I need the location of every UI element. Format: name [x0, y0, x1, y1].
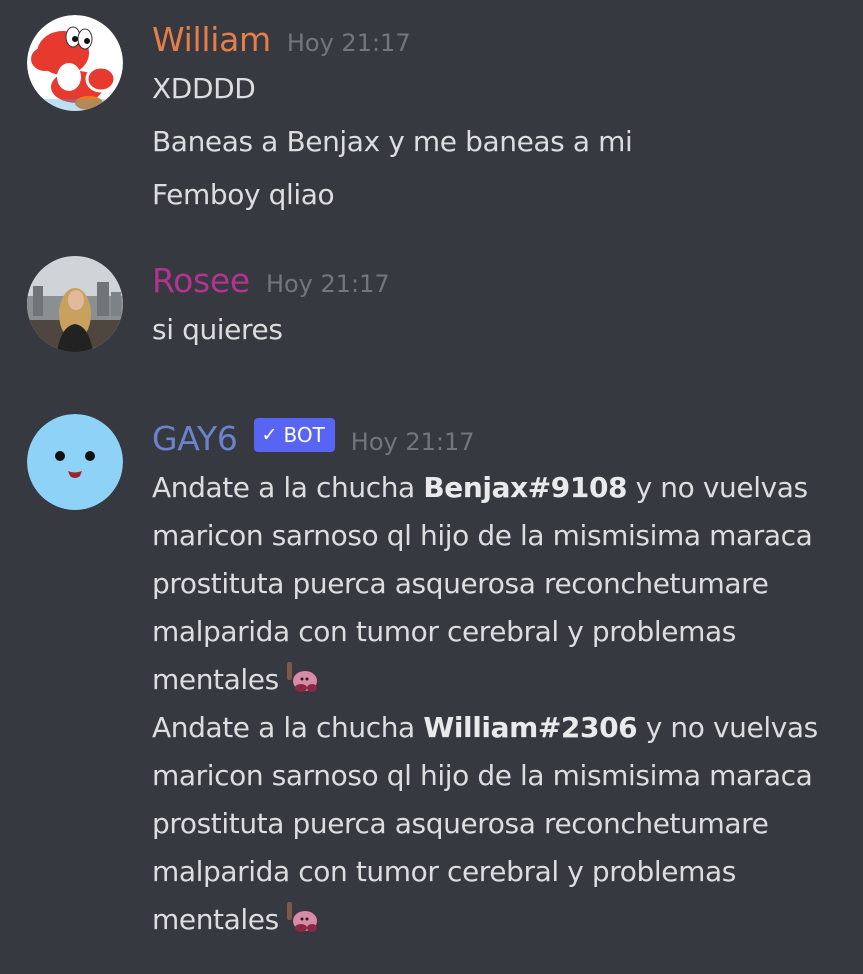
kirby-emoji-icon — [286, 902, 317, 932]
message-line: Baneas a Benjax y me baneas a mi — [152, 125, 633, 158]
message-line: Femboy qliao — [152, 178, 335, 211]
text: mentales — [152, 663, 279, 696]
chat-messages: William Hoy 21:17 XDDDD Baneas a Benjax … — [0, 0, 863, 974]
message-line: mentales — [152, 656, 849, 704]
text: y no vuelvas — [637, 711, 818, 744]
message-line: malparida con tumor cerebral y problemas — [152, 615, 736, 648]
avatar-rosee[interactable] — [27, 256, 123, 352]
timestamp: Hoy 21:17 — [286, 29, 411, 57]
smiley-face-avatar-icon — [27, 414, 123, 510]
avatar-gay6[interactable] — [27, 414, 123, 510]
text: Andate a la chucha — [152, 471, 424, 504]
message-line: si quieres — [152, 313, 283, 346]
username[interactable]: William — [152, 15, 271, 65]
message-line: prostituta puerca asquerosa reconchetuma… — [152, 567, 769, 600]
message-line: malparida con tumor cerebral y problemas — [152, 855, 736, 888]
message-header: Rosee Hoy 21:17 — [152, 256, 849, 306]
bot-tag: ✓ BOT — [253, 418, 335, 452]
username[interactable]: GAY6 — [152, 414, 238, 464]
message-line: Andate a la chucha Benjax#9108 y no vuel… — [152, 464, 849, 512]
username[interactable]: Rosee — [152, 256, 250, 306]
user-mention[interactable]: William#2306 — [423, 711, 637, 744]
yoshi-avatar-icon — [27, 15, 123, 111]
verified-check-icon: ✓ — [261, 424, 278, 446]
message-line: XDDDD — [152, 72, 256, 105]
avatar-william[interactable] — [27, 15, 123, 111]
message-content: GAY6 ✓ BOT Hoy 21:17 Andate a la chucha … — [152, 414, 849, 944]
kirby-emoji-icon — [286, 662, 317, 692]
bot-tag-label: BOT — [283, 423, 325, 447]
message-content: Rosee Hoy 21:17 si quieres — [152, 256, 849, 354]
timestamp: Hoy 21:17 — [265, 270, 390, 298]
text: Andate a la chucha — [152, 711, 424, 744]
message-content: William Hoy 21:17 XDDDD Baneas a Benjax … — [152, 15, 849, 219]
message-header: GAY6 ✓ BOT Hoy 21:17 — [152, 414, 849, 464]
person-photo-avatar-icon — [27, 256, 123, 352]
text: mentales — [152, 903, 279, 936]
user-mention[interactable]: Benjax#9108 — [423, 471, 627, 504]
timestamp: Hoy 21:17 — [350, 428, 475, 456]
message-header: William Hoy 21:17 — [152, 15, 849, 65]
message-line: mentales — [152, 896, 849, 944]
message-line: prostituta puerca asquerosa reconchetuma… — [152, 807, 769, 840]
text: y no vuelvas — [627, 471, 808, 504]
message-line: maricon sarnoso ql hijo de la mismisima … — [152, 519, 813, 552]
message-line: maricon sarnoso ql hijo de la mismisima … — [152, 759, 813, 792]
message-line: Andate a la chucha William#2306 y no vue… — [152, 704, 849, 752]
